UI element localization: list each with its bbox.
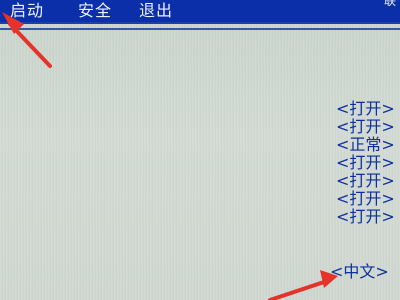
setting-value-6[interactable]: <打开> bbox=[330, 190, 400, 208]
setting-value-3[interactable]: <正常> bbox=[330, 136, 400, 154]
setting-value-list: <打开> <打开> <正常> <打开> <打开> <打开> <打开> bbox=[330, 100, 400, 226]
setting-value-1[interactable]: <打开> bbox=[330, 100, 400, 118]
menu-security[interactable]: 安全 bbox=[78, 1, 112, 21]
bios-screen: 启动 安全 退出 联 <打开> <打开> <正常> <打开> <打开> <打开>… bbox=[0, 0, 400, 300]
setting-value-7[interactable]: <打开> bbox=[330, 208, 400, 226]
menu-exit[interactable]: 退出 bbox=[139, 1, 173, 21]
menu-boot[interactable]: 启动 bbox=[10, 1, 44, 21]
blue-divider bbox=[0, 28, 400, 30]
setting-value-2[interactable]: <打开> bbox=[330, 118, 400, 136]
top-right-text-fragment: 联 bbox=[383, 0, 396, 8]
menu-bar: 启动 安全 退出 联 bbox=[0, 0, 400, 24]
language-setting-value[interactable]: <中文> bbox=[324, 262, 400, 282]
setting-value-5[interactable]: <打开> bbox=[330, 172, 400, 190]
setting-value-4[interactable]: <打开> bbox=[330, 154, 400, 172]
